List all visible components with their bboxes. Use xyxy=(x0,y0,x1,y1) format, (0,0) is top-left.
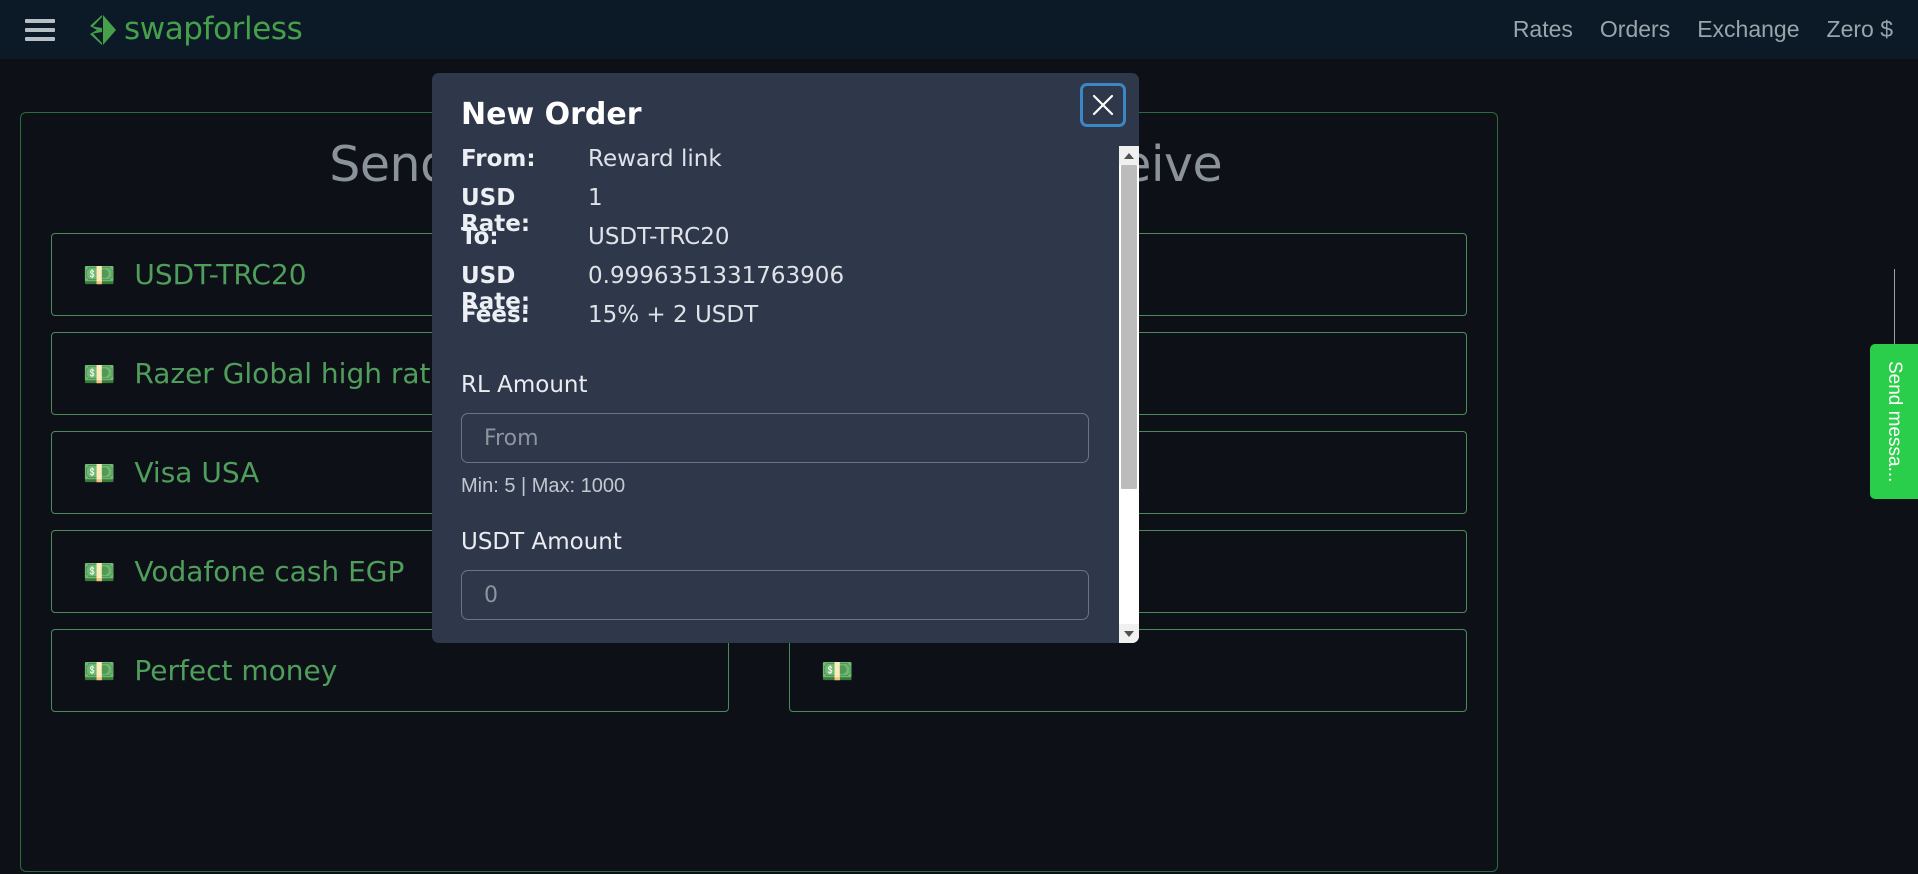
banknote-icon: 💵 xyxy=(83,358,116,389)
hamburger-bar xyxy=(25,27,55,32)
banknote-icon: 💵 xyxy=(821,655,854,686)
new-order-modal: New Order From: Reward link USD Rate: 1 … xyxy=(432,73,1139,643)
rl-amount-label: RL Amount xyxy=(461,372,588,398)
hamburger-bar xyxy=(25,36,55,41)
banknote-icon: 💵 xyxy=(83,457,116,488)
nav-link-exchange[interactable]: Exchange xyxy=(1697,16,1799,43)
brand-logo[interactable]: swapforless xyxy=(88,11,303,47)
method-label: USDT-TRC20 xyxy=(134,258,307,291)
nav-link-zero-dollar[interactable]: Zero $ xyxy=(1827,16,1893,43)
scrollbar-thumb[interactable] xyxy=(1121,165,1137,489)
detail-value: 1 xyxy=(588,185,603,211)
brand-name: swapforless xyxy=(124,11,303,47)
detail-label: From: xyxy=(461,146,536,172)
send-message-label: Send messa... xyxy=(1884,360,1905,483)
detail-row-from: From: Reward link xyxy=(461,146,1089,185)
usdt-amount-label: USDT Amount xyxy=(461,529,622,555)
banknote-icon: 💵 xyxy=(83,556,116,587)
modal-scrollbar[interactable] xyxy=(1119,146,1139,643)
banknote-icon: 💵 xyxy=(83,259,116,290)
method-label: Visa USA xyxy=(134,456,260,489)
close-icon xyxy=(1092,94,1114,116)
detail-row-from-usd-rate: USD Rate: 1 xyxy=(461,185,1089,237)
detail-row-fees: Fees: 15% + 2 USDT xyxy=(461,302,1089,341)
method-label: Vodafone cash EGP xyxy=(134,555,405,588)
detail-value: Reward link xyxy=(588,146,722,172)
detail-value: 15% + 2 USDT xyxy=(588,302,759,328)
scroll-down-arrow-icon[interactable] xyxy=(1119,624,1139,643)
detail-label: Fees: xyxy=(461,302,530,328)
scrollbar-track[interactable] xyxy=(1119,165,1139,624)
usdt-amount-group: USDT Amount xyxy=(461,529,1089,620)
top-navigation-bar: swapforless Rates Orders Exchange Zero $ xyxy=(0,0,1918,59)
detail-value: USDT-TRC20 xyxy=(588,224,730,250)
modal-scroll-area: From: Reward link USD Rate: 1 To: USDT-T… xyxy=(432,146,1139,643)
chat-widget-connector xyxy=(1894,269,1895,347)
modal-content: From: Reward link USD Rate: 1 To: USDT-T… xyxy=(432,146,1118,620)
rl-amount-input[interactable] xyxy=(461,413,1089,463)
modal-title: New Order xyxy=(461,97,642,132)
detail-value: 0.9996351331763906 xyxy=(588,263,845,289)
rl-amount-limits: Min: 5 | Max: 1000 xyxy=(461,475,626,497)
method-label: Perfect money xyxy=(134,654,338,687)
nav-links: Rates Orders Exchange Zero $ xyxy=(1513,16,1893,43)
rl-amount-group: RL Amount Min: 5 | Max: 1000 xyxy=(461,372,1089,498)
send-message-tab[interactable]: Send messa... xyxy=(1870,344,1918,499)
detail-row-to-usd-rate: USD Rate: 0.9996351331763906 xyxy=(461,263,1089,315)
scroll-up-arrow-icon[interactable] xyxy=(1119,146,1139,165)
gem-icon xyxy=(90,14,116,45)
nav-link-orders[interactable]: Orders xyxy=(1600,16,1670,43)
hamburger-menu-icon[interactable] xyxy=(25,17,55,43)
close-modal-button[interactable] xyxy=(1080,83,1126,127)
banknote-icon: 💵 xyxy=(83,655,116,686)
nav-link-rates[interactable]: Rates xyxy=(1513,16,1573,43)
hamburger-bar xyxy=(25,18,55,23)
method-label: Razer Global high rate xyxy=(134,357,448,390)
detail-row-to: To: USDT-TRC20 xyxy=(461,224,1089,263)
usdt-amount-input[interactable] xyxy=(461,570,1089,620)
detail-label: To: xyxy=(461,224,499,250)
